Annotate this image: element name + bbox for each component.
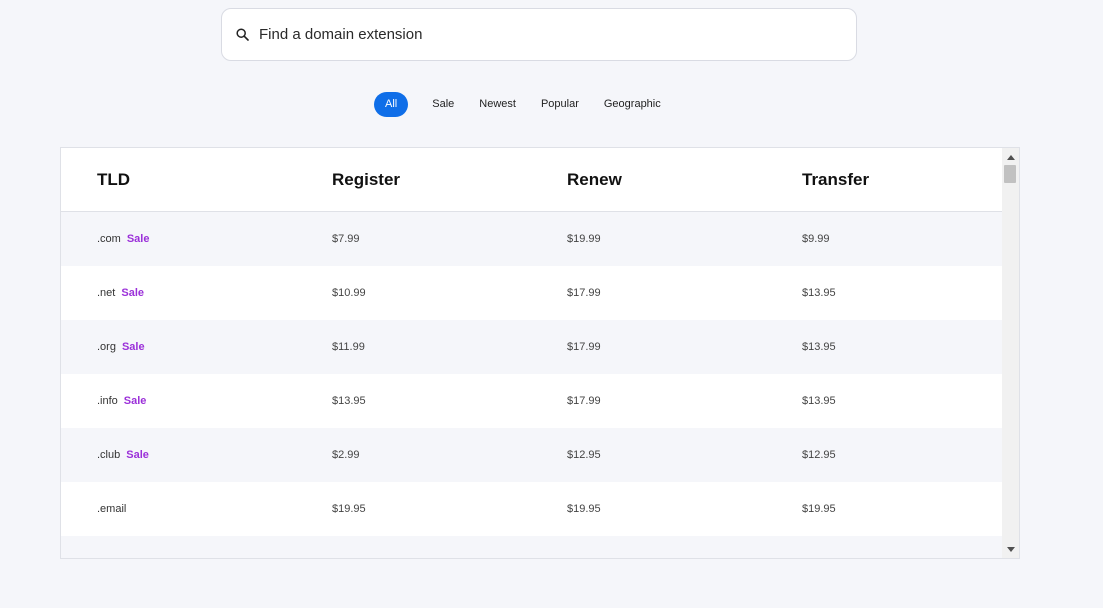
filter-tab-newest[interactable]: Newest — [467, 92, 528, 117]
pricing-table: TLD Register Renew Transfer .com Sale $7.… — [60, 147, 1020, 559]
triangle-up-icon[interactable] — [1002, 150, 1019, 164]
register-price: $10.99 — [332, 287, 366, 299]
tld-cell: .org Sale — [61, 341, 332, 353]
tld-name: .info — [97, 395, 118, 407]
filter-tab-all[interactable]: All — [374, 92, 409, 117]
tld-name: .com — [97, 233, 121, 245]
sale-badge: Sale — [126, 449, 149, 461]
tld-cell: .com Sale — [61, 233, 332, 245]
tld-cell: .info Sale — [61, 395, 332, 407]
filter-tabs: All Sale Newest Popular Geographic — [374, 92, 674, 117]
tld-cell: .club Sale — [61, 449, 332, 461]
transfer-price: $13.95 — [802, 287, 836, 299]
transfer-price: $13.95 — [802, 395, 836, 407]
renew-price: $17.99 — [567, 287, 601, 299]
register-price: $19.95 — [332, 503, 366, 515]
pricing-table-scroll-area: TLD Register Renew Transfer .com Sale $7.… — [61, 148, 1002, 558]
sale-badge: Sale — [121, 341, 145, 353]
renew-price: $17.99 — [567, 395, 601, 407]
transfer-price: $12.95 — [802, 449, 836, 461]
table-row: .com Sale $7.99 $19.99 $9.99 — [61, 212, 1002, 266]
table-scrollbar[interactable] — [1002, 148, 1019, 558]
tld-cell: .net Sale — [61, 287, 332, 299]
table-row: .email $19.95 $19.95 $19.95 — [61, 482, 1002, 536]
search-icon — [234, 27, 250, 43]
search-input[interactable] — [259, 19, 819, 50]
header-register: Register — [332, 169, 401, 189]
table-row-partial — [61, 536, 1002, 558]
filter-tab-popular[interactable]: Popular — [529, 92, 591, 117]
filter-tab-geographic[interactable]: Geographic — [592, 92, 673, 117]
header-tld: TLD — [97, 169, 131, 189]
register-price: $7.99 — [332, 233, 360, 245]
triangle-down-icon[interactable] — [1002, 542, 1019, 556]
register-price: $11.99 — [332, 341, 365, 353]
tld-name: .net — [97, 287, 116, 299]
register-price: $13.95 — [332, 395, 366, 407]
renew-price: $19.95 — [567, 503, 601, 515]
scroll-thumb[interactable] — [1004, 165, 1016, 183]
table-row: .net Sale $10.99 $17.99 $13.95 — [61, 266, 1002, 320]
table-header: TLD Register Renew Transfer — [61, 148, 1002, 212]
header-transfer: Transfer — [802, 169, 870, 189]
transfer-price: $19.95 — [802, 503, 836, 515]
tld-name: .club — [97, 449, 121, 461]
table-row: .org Sale $11.99 $17.99 $13.95 — [61, 320, 1002, 374]
sale-badge: Sale — [121, 287, 144, 299]
tld-name: .email — [97, 503, 127, 515]
tld-name: .org — [97, 341, 116, 353]
sale-badge: Sale — [126, 233, 150, 245]
header-renew: Renew — [567, 169, 622, 189]
renew-price: $12.95 — [567, 449, 601, 461]
renew-price: $17.99 — [567, 341, 601, 353]
tld-cell: .email — [61, 503, 332, 515]
search-box[interactable] — [221, 8, 857, 61]
transfer-price: $9.99 — [802, 233, 830, 245]
renew-price: $19.99 — [567, 233, 601, 245]
table-row: .club Sale $2.99 $12.95 $12.95 — [61, 428, 1002, 482]
transfer-price: $13.95 — [802, 341, 836, 353]
register-price: $2.99 — [332, 449, 360, 461]
filter-tab-sale[interactable]: Sale — [420, 92, 466, 117]
table-row: .info Sale $13.95 $17.99 $13.95 — [61, 374, 1002, 428]
sale-badge: Sale — [123, 395, 147, 407]
